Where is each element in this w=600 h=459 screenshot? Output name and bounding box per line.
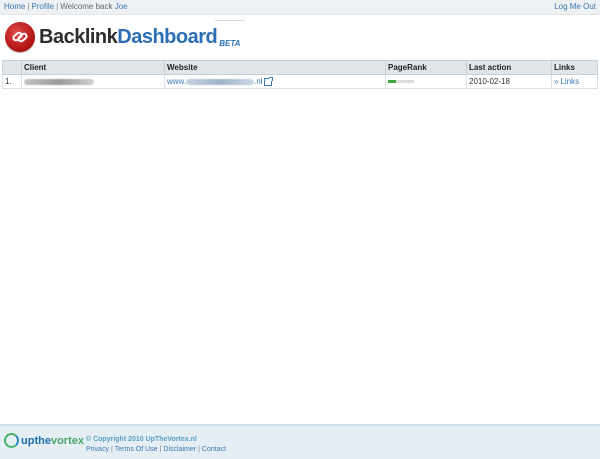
footer-info: © Copyright 2010 UpTheVortex.nl Privacy |… bbox=[86, 435, 226, 455]
vortex-swirl-icon bbox=[4, 433, 19, 448]
clients-table: Client Website PageRank Last action Link… bbox=[2, 60, 598, 89]
pagerank-cell bbox=[385, 74, 467, 89]
double-chevron-right-icon: » bbox=[554, 77, 559, 86]
table-header-row: Client Website PageRank Last action Link… bbox=[2, 60, 598, 75]
redacted-website bbox=[186, 78, 255, 85]
brand-word-dashboard: Dashboard bbox=[117, 25, 218, 48]
vortex-brand-text: upthevortex bbox=[21, 435, 84, 447]
column-header-last-action[interactable]: Last action bbox=[466, 60, 552, 75]
username: Joe bbox=[114, 2, 128, 11]
client-cell bbox=[21, 74, 165, 89]
website-link[interactable]: www. .nl bbox=[167, 77, 263, 86]
chain-link-icon bbox=[5, 22, 35, 52]
footer: upthevortex © Copyright 2010 UpTheVortex… bbox=[0, 424, 600, 459]
pagerank-bar bbox=[388, 80, 414, 84]
logout-link[interactable]: Log Me Out bbox=[554, 2, 596, 11]
column-header-links[interactable]: Links bbox=[551, 60, 598, 75]
row-index: 1. bbox=[2, 74, 22, 89]
privacy-link[interactable]: Privacy bbox=[86, 446, 109, 453]
links-link[interactable]: » Links bbox=[554, 77, 579, 86]
contact-link[interactable]: Contact bbox=[202, 446, 226, 453]
copyright-text: © Copyright 2010 UpTheVortex.nl bbox=[86, 436, 197, 443]
links-label: Links bbox=[560, 77, 580, 86]
column-header-website[interactable]: Website bbox=[164, 60, 386, 75]
footer-links: Privacy | Terms Of Use | Disclaimer | Contact bbox=[86, 445, 226, 455]
brand-logo[interactable]: BacklinkDashboard BETA bbox=[5, 20, 240, 54]
upthevortex-logo[interactable]: upthevortex bbox=[4, 433, 84, 448]
profile-link[interactable]: Profile bbox=[31, 2, 54, 11]
website-cell: www. .nl bbox=[164, 74, 386, 89]
column-header-client[interactable]: Client bbox=[21, 60, 165, 75]
table-row: 1. www. .nl 2010-02-18 » Links bbox=[2, 74, 598, 89]
welcome-text: Welcome back bbox=[60, 2, 115, 11]
terms-of-use-link[interactable]: Terms Of Use bbox=[115, 446, 158, 453]
website-prefix: www. bbox=[167, 77, 187, 86]
column-header-pagerank[interactable]: PageRank bbox=[385, 60, 467, 75]
top-nav-right: Log Me Out bbox=[554, 2, 596, 11]
brand-title: BacklinkDashboard bbox=[39, 25, 218, 49]
pagerank-fill bbox=[388, 80, 396, 84]
disclaimer-link[interactable]: Disclaimer bbox=[163, 446, 196, 453]
vortex-brand-part1: upthe bbox=[21, 434, 51, 447]
home-link[interactable]: Home bbox=[4, 2, 25, 11]
last-action-cell: 2010-02-18 bbox=[466, 74, 552, 89]
links-cell: » Links bbox=[551, 74, 598, 89]
top-navigation-bar: Home | Profile | Welcome back Joe Log Me Out bbox=[0, 0, 600, 15]
beta-badge: BETA bbox=[219, 39, 241, 48]
vortex-brand-part2: vortex bbox=[50, 434, 84, 447]
index-column-header bbox=[2, 60, 22, 75]
brand-word-backlink: Backlink bbox=[39, 25, 118, 48]
redacted-client-name bbox=[24, 78, 94, 85]
website-suffix: .nl bbox=[254, 77, 263, 86]
top-nav-left: Home | Profile | Welcome back Joe bbox=[4, 2, 128, 11]
external-link-icon[interactable] bbox=[263, 76, 273, 86]
